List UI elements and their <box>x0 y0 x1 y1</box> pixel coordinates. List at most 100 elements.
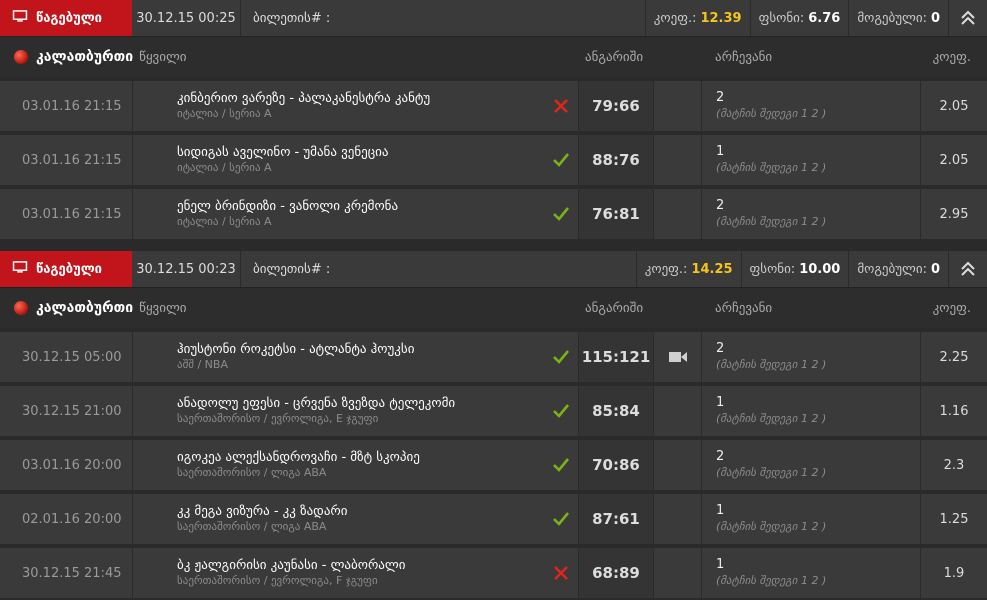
match-coef: 2.05 <box>939 152 969 168</box>
match-coef: 1.25 <box>939 511 969 527</box>
video-camera-icon[interactable] <box>668 348 687 367</box>
stake-value: 10.00 <box>799 261 841 277</box>
match-teams: ანადოლუ ეფესი - ცრვენა ზვეზდა ტელეკომი <box>177 396 456 411</box>
video-cell <box>654 440 702 490</box>
match-row[interactable]: 30.12.15 05:00 ჰიუსტონი როკეტსი - ატლანტა… <box>0 332 987 382</box>
basketball-icon <box>14 50 28 64</box>
ticket-number: ბილეთის# : <box>253 261 331 277</box>
win-label: მოგებული: <box>857 261 927 277</box>
match-league: საერთაშორისო / ევროლიგა, F ჯგუფი <box>177 574 378 587</box>
match-info: კკ მეგა ვიზურა - კკ ზადარი საერთაშორისო /… <box>133 494 578 544</box>
match-row[interactable]: 30.12.15 21:45 ბკ ჟალგირისი კაუნასი - ლაბ… <box>0 548 987 598</box>
ticket-date: 30.12.15 00:23 <box>132 251 241 287</box>
coef-value: 12.39 <box>700 10 742 26</box>
match-row[interactable]: 02.01.16 20:00 კკ მეგა ვიზურა - კკ ზადარი… <box>0 494 987 544</box>
match-row[interactable]: 30.12.15 21:00 ანადოლუ ეფესი - ცრვენა ზვე… <box>0 386 987 436</box>
video-cell[interactable] <box>654 332 702 382</box>
pick-type: (მატჩის შედეგი 1 2 ) <box>716 466 827 479</box>
status-badge: წაგებული <box>0 251 132 287</box>
basketball-icon <box>14 301 28 315</box>
win-value: 0 <box>930 10 940 26</box>
video-cell <box>654 494 702 544</box>
total-coef: კოეფ.: 12.39 <box>644 0 750 36</box>
match-score: 70:86 <box>578 440 654 490</box>
double-chevron-up-icon[interactable] <box>948 251 987 287</box>
pick-type: (მატჩის შედეგი 1 2 ) <box>716 574 827 587</box>
match-teams: ჰიუსტონი როკეტსი - ატლანტა ჰოუკსი <box>177 342 415 357</box>
pick-type: (მატჩის შედეგი 1 2 ) <box>716 412 827 425</box>
score-column-header: ანგარიში <box>585 49 644 65</box>
pick-value: 1 <box>716 395 725 410</box>
match-league: იტალია / სერია A <box>177 215 272 228</box>
period-label: წყვილი <box>139 300 187 316</box>
match-row[interactable]: 03.01.16 21:15 ენელ ბრინდიზი - ვანოლი კრე… <box>0 189 987 239</box>
pick-value: 2 <box>716 341 725 356</box>
match-date: 02.01.16 20:00 <box>0 494 133 544</box>
stake-value: 6.76 <box>808 10 841 26</box>
match-league: იტალია / სერია A <box>177 107 272 120</box>
total-coef: კოეფ.: 14.25 <box>635 251 741 287</box>
column-header: კალათბურთი წყვილი ანგარიში არჩევანი კოეფ. <box>0 37 987 77</box>
pick-value: 1 <box>716 557 725 572</box>
match-teams: ბკ ჟალგირისი კაუნასი - ლაბორალი <box>177 558 406 573</box>
match-teams: იგოკეა ალექსანდროვაჩი - მზტ სკოპიე <box>177 450 420 465</box>
match-coef: 1.16 <box>939 403 969 419</box>
match-info: იგოკეა ალექსანდროვაჩი - მზტ სკოპიე საერთა… <box>133 440 578 490</box>
match-row[interactable]: 03.01.16 21:15 სიდიგას აველინო - უმანა ვე… <box>0 135 987 185</box>
match-coef: 2.95 <box>939 206 969 222</box>
match-info: კინბერიო ვარეზე - პალაკანესტრა კანტუ იტალ… <box>133 81 578 131</box>
match-row[interactable]: 03.01.16 20:00 იგოკეა ალექსანდროვაჩი - მზ… <box>0 440 987 490</box>
match-score: 79:66 <box>578 81 654 131</box>
status-label: წაგებული <box>36 261 102 277</box>
pick-type: (მატჩის შედეგი 1 2 ) <box>716 358 827 371</box>
match-score: 87:61 <box>578 494 654 544</box>
match-choice: 2 (მატჩის შედეგი 1 2 ) <box>702 440 921 490</box>
video-cell <box>654 386 702 436</box>
match-choice: 2 (მატჩის შედეგი 1 2 ) <box>702 81 921 131</box>
choice-column-header: არჩევანი <box>715 300 773 316</box>
check-icon <box>552 151 570 169</box>
match-league: საერთაშორისო / ევროლიგა, E ჯგუფი <box>177 412 379 425</box>
video-cell <box>654 81 702 131</box>
match-teams: კკ მეგა ვიზურა - კკ ზადარი <box>177 504 348 519</box>
status-label: წაგებული <box>36 10 102 26</box>
match-choice: 2 (მატჩის შედეგი 1 2 ) <box>702 332 921 382</box>
double-chevron-up-icon[interactable] <box>948 0 987 36</box>
pick-value: 2 <box>716 198 725 213</box>
match-coef: 2.05 <box>939 98 969 114</box>
match-choice: 1 (მატჩის შედეგი 1 2 ) <box>702 386 921 436</box>
score-column-header: ანგარიში <box>585 300 644 316</box>
check-icon <box>552 510 570 528</box>
match-date: 30.12.15 21:45 <box>0 548 133 598</box>
monitor-icon <box>12 10 36 26</box>
match-league: იტალია / სერია A <box>177 161 272 174</box>
stake: ფსონი: 6.76 <box>749 0 849 36</box>
ticket: წაგებული 30.12.15 00:23 ბილეთის# : კოეფ.: 14… <box>0 251 987 598</box>
match-score: 115:121 <box>578 332 654 382</box>
match-row[interactable]: 03.01.16 21:15 კინბერიო ვარეზე - პალაკანე… <box>0 81 987 131</box>
ticket-header[interactable]: წაგებული 30.12.15 00:25 ბილეთის# : კოეფ.: 12… <box>0 0 987 37</box>
column-header: კალათბურთი წყვილი ანგარიში არჩევანი კოეფ. <box>0 288 987 328</box>
match-date: 03.01.16 21:15 <box>0 81 133 131</box>
video-cell <box>654 189 702 239</box>
match-choice: 1 (მატჩის შედეგი 1 2 ) <box>702 135 921 185</box>
ticket-number: ბილეთის# : <box>253 10 331 26</box>
match-score: 88:76 <box>578 135 654 185</box>
pick-value: 1 <box>716 503 725 518</box>
stake-label: ფსონი: <box>758 10 805 26</box>
check-icon <box>552 205 570 223</box>
match-info: ენელ ბრინდიზი - ვანოლი კრემონა იტალია / ს… <box>133 189 578 239</box>
ticket-header[interactable]: წაგებული 30.12.15 00:23 ბილეთის# : კოეფ.: 14… <box>0 251 987 288</box>
match-coef: 2.25 <box>939 349 969 365</box>
cross-icon <box>552 564 570 582</box>
video-cell <box>654 548 702 598</box>
match-choice: 1 (მატჩის შედეგი 1 2 ) <box>702 548 921 598</box>
bet-history: წაგებული 30.12.15 00:25 ბილეთის# : კოეფ.: 12… <box>0 0 987 598</box>
sport-name: კალათბურთი <box>36 300 134 316</box>
pick-type: (მატჩის შედეგი 1 2 ) <box>716 215 827 228</box>
match-league: საერთაშორისო / ლიგა ABA <box>177 466 327 479</box>
match-teams: სიდიგას აველინო - უმანა ვენეცია <box>177 145 389 160</box>
match-score: 76:81 <box>578 189 654 239</box>
match-teams: ენელ ბრინდიზი - ვანოლი კრემონა <box>177 199 399 214</box>
check-icon <box>552 348 570 366</box>
